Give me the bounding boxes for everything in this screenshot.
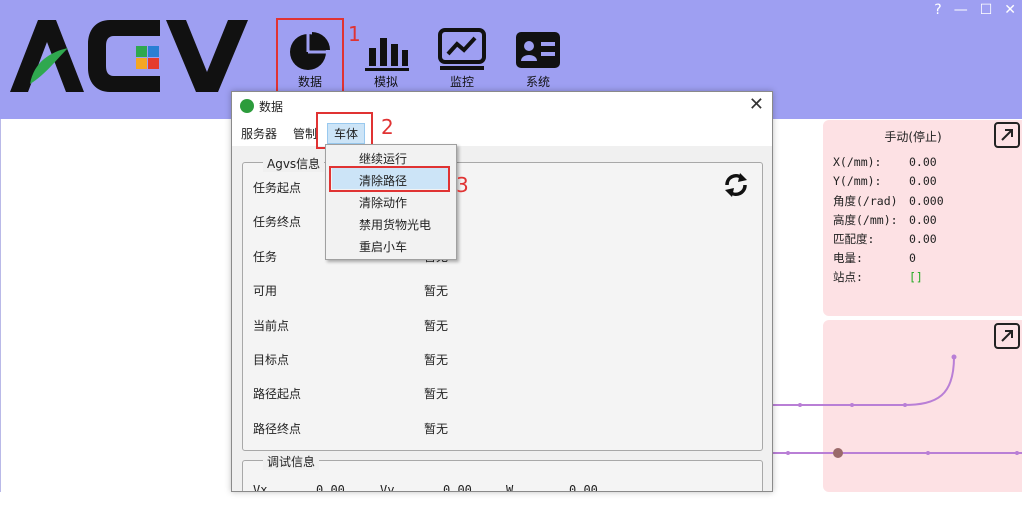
- nav-simulate-label: 模拟: [373, 75, 398, 89]
- available-value: 暂无: [424, 284, 449, 298]
- dialog-titlebar[interactable]: 数据 ✕: [232, 92, 772, 120]
- annotation-label-2: 2: [381, 115, 394, 139]
- info-row-x: X(/mm): 0.00: [833, 155, 937, 169]
- maximize-icon[interactable]: ☐: [980, 2, 993, 18]
- data-dialog[interactable]: 数据 ✕ 服务器 管制 车体 Agvs信息 任务起点 任务终点 任务 暂无 可用…: [231, 91, 773, 492]
- menu-item-disable-sensor[interactable]: 禁用货物光电: [359, 216, 431, 233]
- w-label: W: [506, 483, 514, 492]
- expand-icon: [1001, 129, 1013, 141]
- vehicle-menu-dropdown: 继续运行 清除路径 清除动作 禁用货物光电 重启小车: [325, 144, 457, 260]
- target-point-value: 暂无: [424, 353, 449, 367]
- agvs-info-group: Agvs信息 任务起点 任务终点 任务 暂无 可用 暂无 当前点 暂无 目标点 …: [242, 155, 763, 451]
- app-icon: [240, 99, 254, 113]
- available-label: 可用: [253, 284, 278, 298]
- nav-simulate[interactable]: 模拟: [356, 22, 416, 94]
- debug-info-title: 调试信息: [263, 453, 320, 470]
- dialog-close-button[interactable]: ✕: [749, 94, 764, 115]
- task-end-label: 任务终点: [253, 215, 302, 229]
- panel-path-overlay: [823, 354, 1022, 458]
- agvs-info-title: Agvs信息: [263, 155, 325, 172]
- annotation-label-1: 1: [348, 22, 361, 46]
- info-row-y: Y(/mm): 0.00: [833, 174, 937, 188]
- help-icon[interactable]: ?: [934, 2, 941, 18]
- menu-item-restart[interactable]: 重启小车: [359, 238, 407, 255]
- vehicle-info-panel: 手动(停止) X(/mm): 0.00 Y(/mm): 0.00 角度(/rad) 0…: [823, 120, 1022, 316]
- nav-system-label: 系统: [525, 75, 550, 89]
- menu-server[interactable]: 服务器: [238, 125, 280, 142]
- left-panel: [0, 119, 233, 492]
- debug-info-group: 调试信息 Vx 0.00 Vy 0.00 W 0.00: [242, 453, 763, 492]
- menu-item-resume[interactable]: 继续运行: [359, 150, 407, 167]
- current-point-value: 暂无: [424, 319, 449, 333]
- w-value: 0.00: [569, 483, 598, 492]
- current-point-label: 当前点: [253, 319, 290, 333]
- path-end-label: 路径终点: [253, 422, 302, 436]
- info-row-station: 站点:[]: [833, 270, 923, 284]
- vx-value: 0.00: [316, 483, 345, 492]
- info-row-height: 高度(/mm): 0.00: [833, 213, 937, 227]
- annotation-label-3: 3: [456, 173, 469, 197]
- close-icon[interactable]: ✕: [1004, 2, 1016, 18]
- vx-label: Vx: [253, 483, 268, 492]
- info-row-angle: 角度(/rad) 0.000: [833, 194, 944, 208]
- id-card-icon: [516, 32, 560, 68]
- refresh-icon[interactable]: [722, 171, 750, 199]
- menu-item-clear-action[interactable]: 清除动作: [359, 194, 407, 211]
- vy-value: 0.00: [443, 483, 472, 492]
- task-label: 任务: [253, 250, 278, 264]
- dialog-title: 数据: [259, 100, 284, 114]
- dialog-menubar: 服务器 管制 车体: [232, 120, 772, 146]
- vy-label: Vy: [380, 483, 395, 492]
- target-point-label: 目标点: [253, 353, 290, 367]
- expand-button[interactable]: [994, 122, 1020, 148]
- window-controls: ? — ☐ ✕: [934, 2, 1016, 18]
- vehicle-mode: 手动(停止): [884, 130, 942, 144]
- annotation-box-1: [276, 18, 344, 99]
- map-tools-panel: [823, 320, 1022, 492]
- annotation-box-3: [329, 166, 450, 192]
- nav-monitor-label: 监控: [449, 75, 474, 89]
- agv-logo: [10, 20, 248, 92]
- nav-system[interactable]: 系统: [508, 22, 568, 94]
- info-row-battery: 电量: 0: [833, 251, 916, 265]
- path-start-value: 暂无: [424, 387, 449, 401]
- info-row-match: 匹配度: 0.00: [833, 232, 937, 246]
- monitor-icon: [438, 28, 486, 70]
- path-end-value: 暂无: [424, 422, 449, 436]
- path-start-label: 路径起点: [253, 387, 302, 401]
- task-start-label: 任务起点: [253, 181, 302, 195]
- nav-monitor[interactable]: 监控: [432, 22, 492, 94]
- minimize-icon[interactable]: —: [954, 2, 968, 18]
- bar-chart-icon: [365, 38, 409, 71]
